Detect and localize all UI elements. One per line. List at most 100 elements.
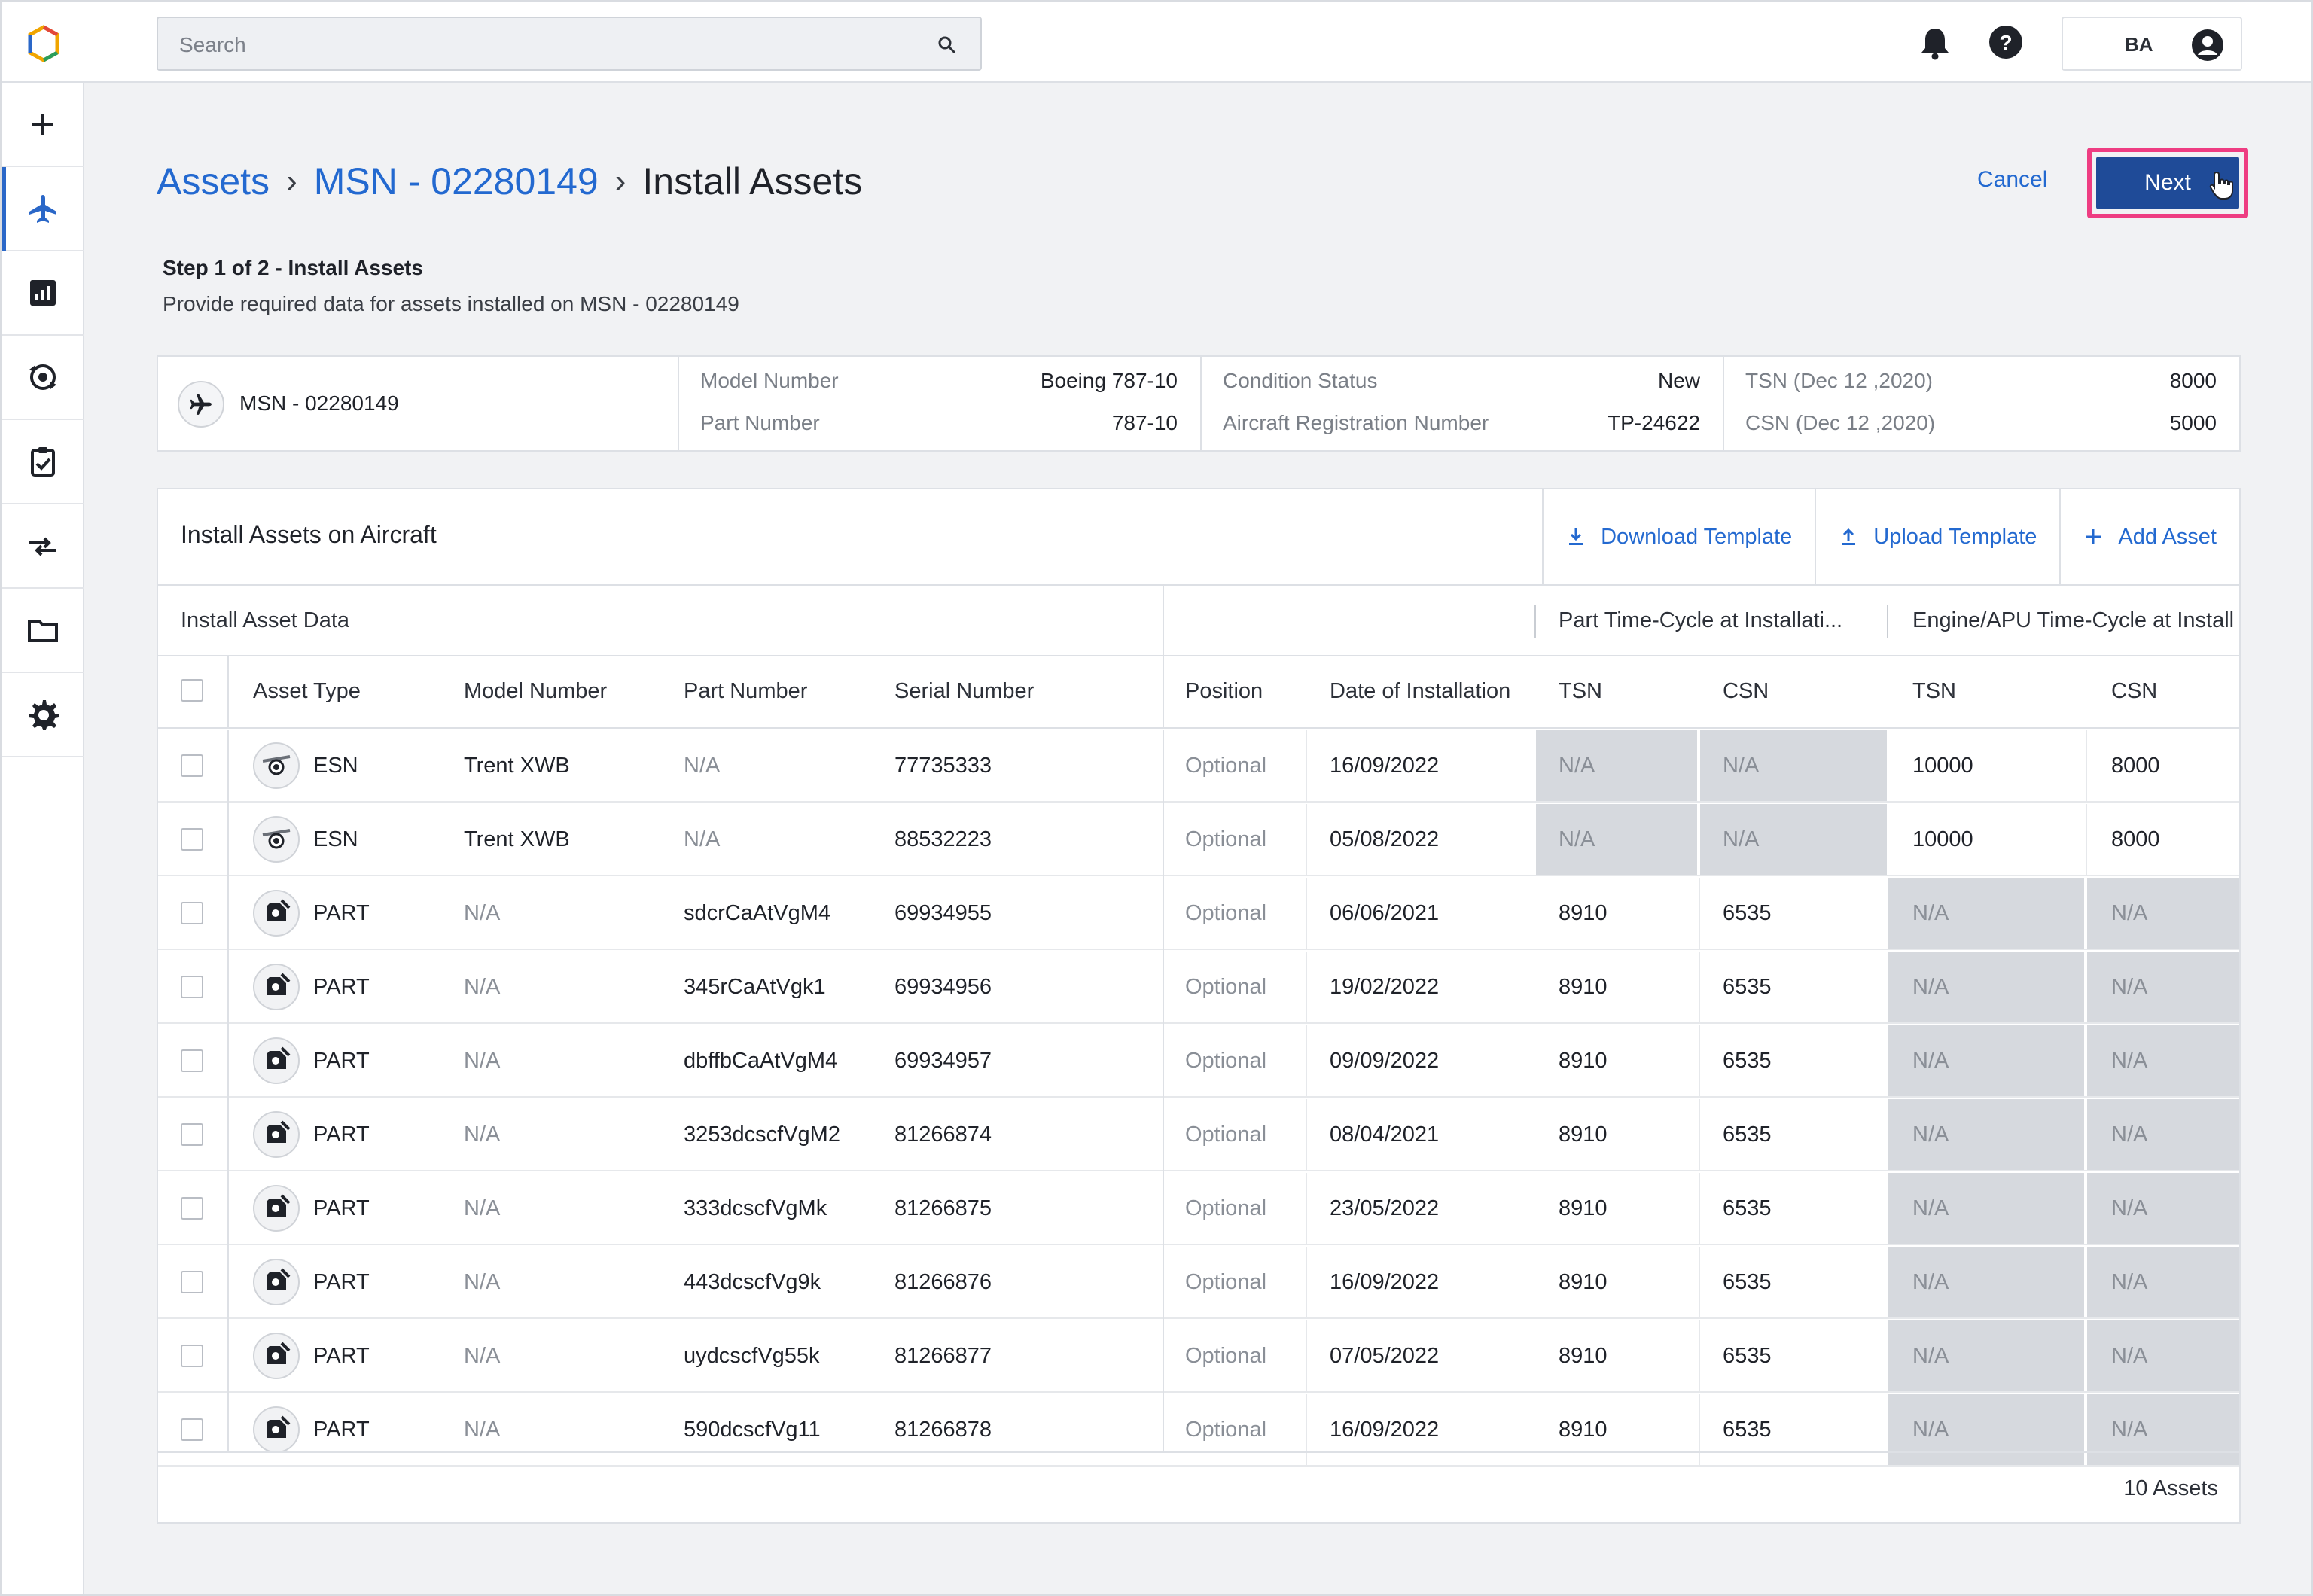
nav-transfers[interactable] <box>2 504 84 589</box>
row-checkbox[interactable] <box>181 754 203 777</box>
cell-date-of-installation[interactable]: 16/09/2022 <box>1330 1247 1439 1317</box>
cell-csn[interactable]: 6535 <box>1723 1173 1772 1244</box>
select-all-checkbox[interactable] <box>181 679 203 702</box>
help-icon[interactable]: ? <box>1988 24 2024 60</box>
cell-engine-csn[interactable]: N/A <box>2111 1025 2147 1096</box>
header-engine-tsn[interactable]: TSN <box>1912 679 1956 704</box>
cell-engine-csn[interactable]: N/A <box>2111 1394 2147 1465</box>
cell-engine-tsn[interactable]: 10000 <box>1912 804 1973 875</box>
cell-date-of-installation[interactable]: 09/09/2022 <box>1330 1025 1439 1096</box>
cell-tsn[interactable]: 8910 <box>1559 1173 1608 1244</box>
cell-engine-tsn[interactable]: N/A <box>1912 952 1949 1022</box>
cell-tsn[interactable]: N/A <box>1559 730 1595 801</box>
upload-template-button[interactable]: Upload Template <box>1815 489 2059 584</box>
cell-date-of-installation[interactable]: 06/06/2021 <box>1330 878 1439 949</box>
cell-engine-tsn[interactable]: N/A <box>1912 878 1949 949</box>
table-row[interactable]: PART N/A uydcscfVg55k 81266877 Optional 07/05… <box>158 1320 2239 1393</box>
cell-position[interactable]: Optional <box>1185 1099 1266 1170</box>
bell-icon[interactable] <box>1918 26 1952 60</box>
cell-date-of-installation[interactable]: 07/05/2022 <box>1330 1320 1439 1391</box>
table-row[interactable]: PART N/A dbffbCaAtVgM4 69934957 Optional 09/0… <box>158 1025 2239 1098</box>
cell-csn[interactable]: 6535 <box>1723 1099 1772 1170</box>
cell-csn[interactable]: 6535 <box>1723 1025 1772 1096</box>
breadcrumb-msn-link[interactable]: MSN - 02280149 <box>314 160 599 203</box>
header-csn[interactable]: CSN <box>1723 679 1769 704</box>
cell-engine-tsn[interactable]: N/A <box>1912 1320 1949 1391</box>
cell-csn[interactable]: 6535 <box>1723 1394 1772 1465</box>
cell-tsn[interactable]: 8910 <box>1559 1025 1608 1096</box>
cell-engine-csn[interactable]: N/A <box>2111 1099 2147 1170</box>
header-engine-csn[interactable]: CSN <box>2111 679 2157 704</box>
row-checkbox[interactable] <box>181 1418 203 1441</box>
cell-engine-tsn[interactable]: N/A <box>1912 1025 1949 1096</box>
cell-position[interactable]: Optional <box>1185 952 1266 1022</box>
add-asset-button[interactable]: Add Asset <box>2059 489 2239 584</box>
cell-position[interactable]: Optional <box>1185 804 1266 875</box>
cell-engine-tsn[interactable]: 10000 <box>1912 730 1973 801</box>
cell-position[interactable]: Optional <box>1185 1320 1266 1391</box>
header-model-number[interactable]: Model Number <box>464 679 607 704</box>
table-row[interactable]: ESN Trent XWB N/A 77735333 Optional 16/09/202… <box>158 730 2239 803</box>
row-checkbox[interactable] <box>181 1197 203 1220</box>
cell-tsn[interactable]: N/A <box>1559 804 1595 875</box>
row-checkbox[interactable] <box>181 1049 203 1072</box>
nav-documents[interactable] <box>2 589 84 673</box>
table-row[interactable]: PART N/A 3253dcscfVgM2 81266874 Optional 08/0… <box>158 1099 2239 1171</box>
cell-position[interactable]: Optional <box>1185 1247 1266 1317</box>
cell-engine-tsn[interactable]: N/A <box>1912 1099 1949 1170</box>
nav-aircraft[interactable] <box>2 167 84 251</box>
row-checkbox[interactable] <box>181 902 203 924</box>
table-row[interactable]: PART N/A 333dcscfVgMk 81266875 Optional 23/05… <box>158 1173 2239 1245</box>
cell-position[interactable]: Optional <box>1185 1173 1266 1244</box>
cell-engine-tsn[interactable]: N/A <box>1912 1394 1949 1465</box>
cell-date-of-installation[interactable]: 19/02/2022 <box>1330 952 1439 1022</box>
download-template-button[interactable]: Download Template <box>1542 489 1815 584</box>
cell-engine-csn[interactable]: 8000 <box>2111 730 2160 801</box>
cell-csn[interactable]: 6535 <box>1723 952 1772 1022</box>
cell-engine-csn[interactable]: N/A <box>2111 952 2147 1022</box>
breadcrumb-assets-link[interactable]: Assets <box>157 160 270 203</box>
cell-engine-csn[interactable]: N/A <box>2111 1247 2147 1317</box>
user-menu[interactable]: BA <box>2062 17 2242 71</box>
table-row[interactable]: PART N/A 590dcscfVg11 81266878 Optional 16/09… <box>158 1394 2239 1467</box>
cell-engine-tsn[interactable]: N/A <box>1912 1173 1949 1244</box>
table-row[interactable]: PART N/A 345rCaAtVgk1 69934956 Optional 19/02… <box>158 952 2239 1024</box>
cell-csn[interactable]: N/A <box>1723 730 1759 801</box>
cell-engine-csn[interactable]: N/A <box>2111 1320 2147 1391</box>
cell-tsn[interactable]: 8910 <box>1559 1394 1608 1465</box>
header-position[interactable]: Position <box>1185 679 1263 704</box>
row-checkbox[interactable] <box>181 1123 203 1146</box>
cell-date-of-installation[interactable]: 05/08/2022 <box>1330 804 1439 875</box>
cell-engine-tsn[interactable]: N/A <box>1912 1247 1949 1317</box>
cell-position[interactable]: Optional <box>1185 1394 1266 1465</box>
cell-tsn[interactable]: 8910 <box>1559 1099 1608 1170</box>
table-row[interactable]: PART N/A sdcrCaAtVgM4 69934955 Optional 06/06… <box>158 878 2239 950</box>
search-icon[interactable] <box>937 35 958 56</box>
table-row[interactable]: ESN Trent XWB N/A 88532223 Optional 05/08/202… <box>158 804 2239 876</box>
cell-engine-csn[interactable]: 8000 <box>2111 804 2160 875</box>
nav-create[interactable] <box>2 83 84 167</box>
cell-engine-csn[interactable]: N/A <box>2111 878 2147 949</box>
header-part-number[interactable]: Part Number <box>684 679 807 704</box>
cell-tsn[interactable]: 8910 <box>1559 1247 1608 1317</box>
cell-date-of-installation[interactable]: 16/09/2022 <box>1330 1394 1439 1465</box>
header-date-of-installation[interactable]: Date of Installation <box>1330 679 1510 704</box>
nav-tasks[interactable] <box>2 420 84 504</box>
row-checkbox[interactable] <box>181 828 203 851</box>
row-checkbox[interactable] <box>181 976 203 998</box>
nav-maintenance[interactable] <box>2 336 84 420</box>
cell-position[interactable]: Optional <box>1185 730 1266 801</box>
search-input[interactable] <box>179 32 857 59</box>
cell-tsn[interactable]: 8910 <box>1559 878 1608 949</box>
cell-csn[interactable]: 6535 <box>1723 878 1772 949</box>
cell-date-of-installation[interactable]: 23/05/2022 <box>1330 1173 1439 1244</box>
nav-settings[interactable] <box>2 673 84 757</box>
nav-reports[interactable] <box>2 251 84 336</box>
cell-tsn[interactable]: 8910 <box>1559 1320 1608 1391</box>
cancel-button[interactable]: Cancel <box>1977 167 2047 193</box>
cell-date-of-installation[interactable]: 08/04/2021 <box>1330 1099 1439 1170</box>
app-logo-icon[interactable] <box>24 24 63 63</box>
cell-position[interactable]: Optional <box>1185 1025 1266 1096</box>
table-row[interactable]: PART N/A 443dcscfVg9k 81266876 Optional 16/09… <box>158 1247 2239 1319</box>
cell-csn[interactable]: 6535 <box>1723 1320 1772 1391</box>
